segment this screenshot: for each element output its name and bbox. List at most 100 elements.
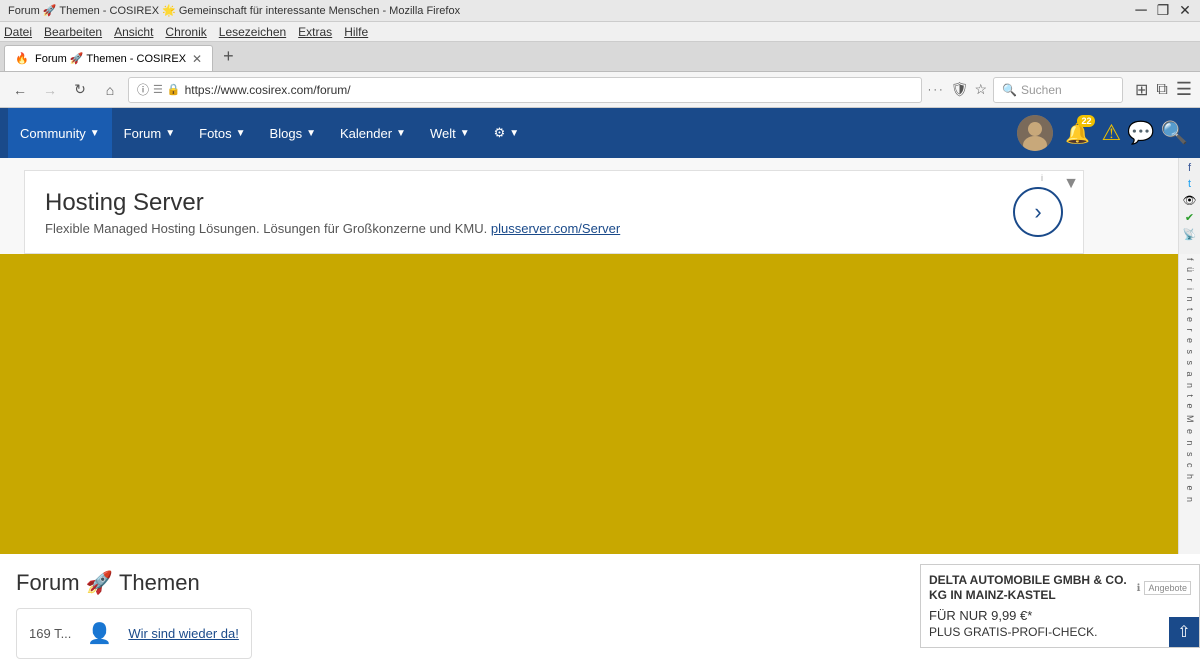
forward-button[interactable]: → (38, 78, 62, 102)
rss-icon[interactable]: 📡 (1183, 228, 1197, 241)
right-vertical-sidebar: f ü r i n t e r e s s a n t e M e n s c … (1178, 254, 1200, 554)
tabs-icon[interactable]: ⧉ (1156, 81, 1167, 99)
nav-welt[interactable]: Welt ▼ (418, 108, 482, 158)
bottom-ad-offer: ℹ Angebote (1137, 581, 1191, 595)
info-circle-icon: ℹ (1137, 583, 1141, 594)
info-icon: ⓘ (137, 81, 149, 98)
offer-label: Angebote (1144, 581, 1191, 595)
nav-community-label: Community (20, 126, 86, 141)
ad-description: Flexible Managed Hosting Lösungen. Lösun… (45, 221, 1013, 236)
menu-lesezeichen[interactable]: Lesezeichen (219, 25, 286, 39)
restore-button[interactable]: ❐ (1156, 4, 1170, 18)
nav-forum-label: Forum (124, 126, 162, 141)
nav-forum[interactable]: Forum ▼ (112, 108, 187, 158)
yellow-content-area: f ü r i n t e r e s s a n t e M e n s c … (0, 254, 1200, 554)
menu-datei[interactable]: Datei (4, 25, 32, 39)
reader-icon: ☰ (153, 83, 163, 96)
check-icon: ✔ (1185, 211, 1194, 224)
address-bar[interactable]: ⓘ ☰ 🔒 https://www.cosirex.com/forum/ (128, 77, 922, 103)
blogs-chevron-icon: ▼ (306, 128, 316, 139)
notification-badge: 22 (1077, 115, 1095, 127)
nav-welt-label: Welt (430, 126, 456, 141)
ad-link[interactable]: plusserver.com/Server (491, 221, 620, 236)
menu-hilfe[interactable]: Hilfe (344, 25, 368, 39)
search-nav-icon[interactable]: 🔍 (1161, 120, 1188, 146)
hamburger-icon[interactable]: ☰ (1176, 79, 1192, 100)
rocket-icon: 🚀 (86, 570, 113, 596)
welt-chevron-icon: ▼ (460, 128, 470, 139)
nav-blogs[interactable]: Blogs ▼ (258, 108, 328, 158)
ad-close-button[interactable]: ▼ (1063, 175, 1079, 193)
nav-items: Community ▼ Forum ▼ Fotos ▼ Blogs ▼ Kale… (8, 108, 1017, 158)
back-button[interactable]: ← (8, 78, 32, 102)
new-tab-button[interactable]: + (215, 42, 242, 71)
nav-settings-icon: ⚙ (494, 125, 506, 141)
right-sidebar-icons: f t 👁 ✔ 📡 (1178, 158, 1200, 254)
kalender-chevron-icon: ▼ (396, 128, 406, 139)
refresh-button[interactable]: ↻ (68, 78, 92, 102)
nav-settings[interactable]: ⚙ ▼ (482, 108, 532, 158)
bottom-ad-header: DELTA AUTOMOBILE GMBH & CO. KG IN MAINZ-… (929, 573, 1191, 604)
nav-kalender-label: Kalender (340, 126, 392, 141)
address-menu-button[interactable]: ··· (928, 84, 945, 96)
home-button[interactable]: ⌂ (98, 78, 122, 102)
nav-fotos-label: Fotos (199, 126, 232, 141)
search-placeholder: Suchen (1021, 83, 1062, 97)
url-text: https://www.cosirex.com/forum/ (185, 83, 351, 97)
page-title-text: Forum (16, 570, 80, 596)
menu-ansicht[interactable]: Ansicht (114, 25, 153, 39)
ad-banner: Hosting Server Flexible Managed Hosting … (24, 170, 1084, 254)
ad-circle-button[interactable]: › (1013, 187, 1063, 237)
titlebar-text: Forum 🚀 Themen - COSIREX 🌟 Gemeinschaft … (8, 4, 1134, 17)
yellow-background (0, 254, 1200, 554)
view-icon[interactable]: 👁 (1183, 194, 1197, 207)
browser-addressbar: ← → ↻ ⌂ ⓘ ☰ 🔒 https://www.cosirex.com/fo… (0, 72, 1200, 108)
menu-bearbeiten[interactable]: Bearbeiten (44, 25, 102, 39)
bottom-ad-company: DELTA AUTOMOBILE GMBH & CO. KG IN MAINZ-… (929, 573, 1129, 604)
forum-count: 169 T... (29, 626, 71, 641)
settings-chevron-icon: ▼ (509, 128, 519, 139)
fotos-chevron-icon: ▼ (236, 128, 246, 139)
bottom-ad-price: FÜR NUR 9,99 €* (929, 608, 1191, 623)
forum-preview-box: 169 T... 👤 Wir sind wieder da! (16, 608, 252, 659)
bookmark-star-icon[interactable]: ☆ (974, 81, 987, 98)
menu-chronik[interactable]: Chronik (165, 25, 206, 39)
nav-fotos[interactable]: Fotos ▼ (187, 108, 257, 158)
forum-avatar: 👤 (87, 621, 112, 646)
chat-icon[interactable]: 💬 (1127, 120, 1154, 146)
forum-link[interactable]: Wir sind wieder da! (128, 626, 239, 641)
forum-chevron-icon: ▼ (165, 128, 175, 139)
ad-content: Hosting Server Flexible Managed Hosting … (45, 189, 1013, 236)
library-icon[interactable]: ⊞ (1135, 80, 1148, 100)
nav-community[interactable]: Community ▼ (8, 108, 112, 158)
nav-kalender[interactable]: Kalender ▼ (328, 108, 418, 158)
shield-icon: 🛡 (951, 81, 969, 98)
search-box[interactable]: 🔍 Suchen (993, 77, 1123, 103)
bottom-ad-desc: PLUS GRATIS-PROFI-CHECK. (929, 625, 1191, 639)
twitter-icon[interactable]: t (1188, 178, 1191, 190)
ad-label: i (1041, 173, 1043, 183)
vertical-text: f ü r i n t e r e s s a n t e M e n s c … (1183, 258, 1196, 504)
community-chevron-icon: ▼ (90, 128, 100, 139)
bottom-ad: DELTA AUTOMOBILE GMBH & CO. KG IN MAINZ-… (920, 564, 1200, 648)
window-controls[interactable]: ─ ❐ ✕ (1134, 4, 1192, 18)
close-button[interactable]: ✕ (1178, 4, 1192, 18)
site-navbar: Community ▼ Forum ▼ Fotos ▼ Blogs ▼ Kale… (0, 108, 1200, 158)
facebook-icon[interactable]: f (1188, 162, 1191, 174)
scroll-to-top-button[interactable]: ⇧ (1169, 617, 1199, 647)
page-subtitle: Themen (119, 570, 200, 596)
browser-titlebar: Forum 🚀 Themen - COSIREX 🌟 Gemeinschaft … (0, 0, 1200, 22)
browser-sidebar-icons: ⊞ ⧉ ☰ (1135, 79, 1192, 100)
avatar[interactable] (1017, 115, 1053, 151)
tab-favicon: 🔥 (15, 52, 29, 66)
nav-blogs-label: Blogs (270, 126, 303, 141)
lock-icon: 🔒 (167, 83, 181, 96)
search-icon: 🔍 (1002, 83, 1017, 97)
minimize-button[interactable]: ─ (1134, 4, 1148, 18)
notification-button[interactable]: 🔔 22 (1059, 115, 1095, 151)
active-tab[interactable]: 🔥 Forum 🚀 Themen - COSIREX ✕ (4, 45, 213, 71)
tab-label: Forum 🚀 Themen - COSIREX (35, 52, 186, 65)
warning-icon[interactable]: ⚠ (1101, 120, 1121, 146)
menu-extras[interactable]: Extras (298, 25, 332, 39)
tab-close-button[interactable]: ✕ (192, 52, 202, 66)
